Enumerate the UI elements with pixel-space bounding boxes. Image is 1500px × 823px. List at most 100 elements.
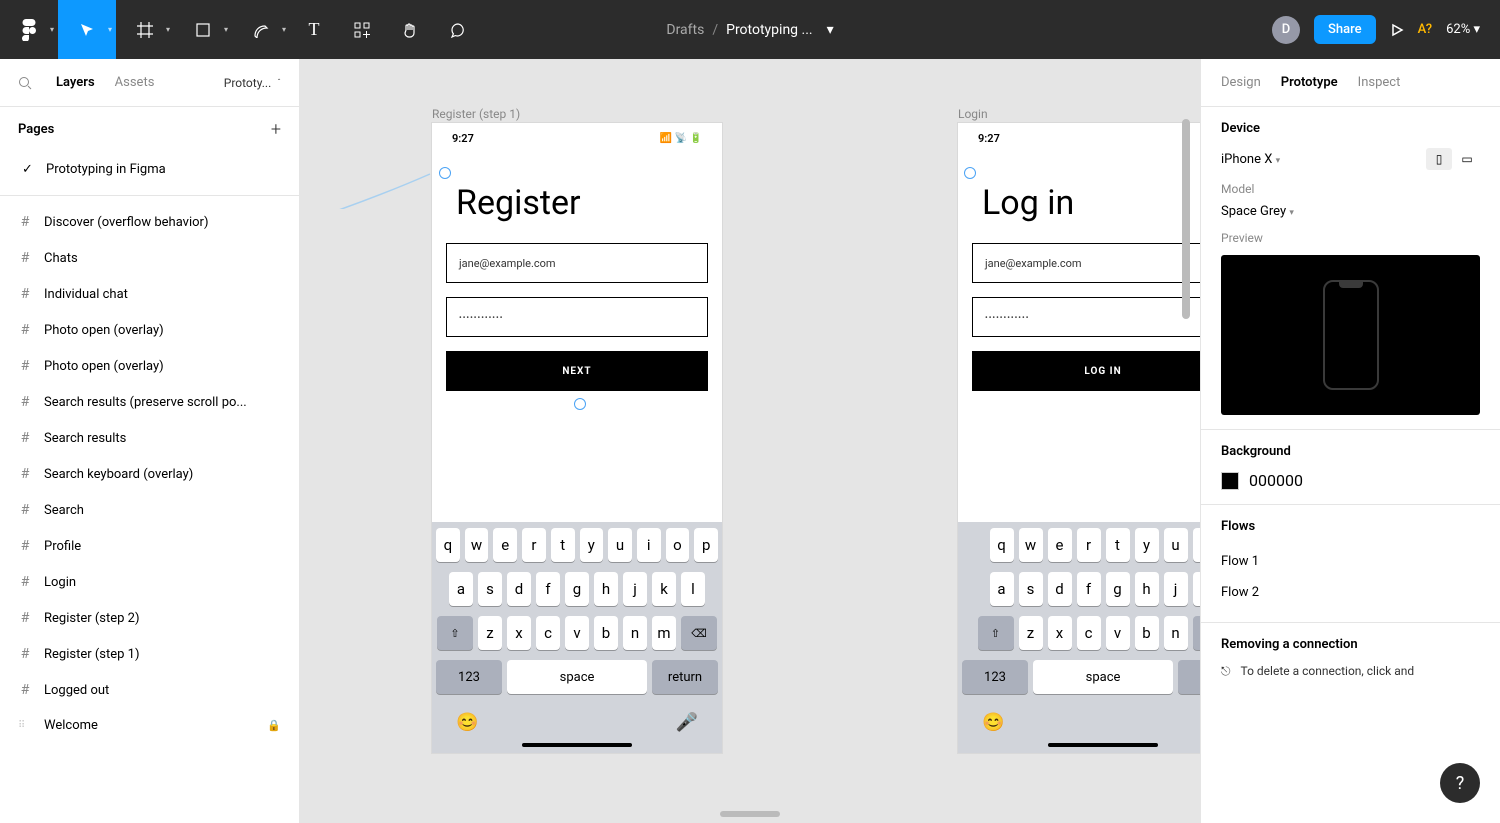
key[interactable]: m	[652, 616, 676, 650]
key[interactable]: w	[465, 528, 489, 562]
tab-assets[interactable]: Assets	[115, 75, 155, 90]
num-key[interactable]: 123	[436, 660, 502, 694]
emoji-icon[interactable]: 😊	[456, 712, 478, 733]
key[interactable]: h	[594, 572, 618, 606]
key[interactable]: s	[478, 572, 502, 606]
pen-tool-button[interactable]: ▾	[232, 0, 290, 59]
layer-item[interactable]: #Profile	[0, 528, 299, 564]
key[interactable]: h	[1135, 572, 1159, 606]
vertical-scrollbar[interactable]	[1182, 119, 1190, 319]
key[interactable]: d	[507, 572, 531, 606]
missing-fonts-button[interactable]: A?	[1418, 22, 1433, 37]
key[interactable]: w	[1019, 528, 1043, 562]
key[interactable]: j	[1164, 572, 1188, 606]
key[interactable]: a	[990, 572, 1014, 606]
chevron-down-icon[interactable]: ▾	[827, 22, 834, 38]
figma-menu-button[interactable]: ▾	[0, 0, 58, 59]
hand-tool-button[interactable]	[386, 0, 434, 59]
key[interactable]: c	[536, 616, 560, 650]
share-button[interactable]: Share	[1314, 15, 1376, 44]
frame-register[interactable]: 9:27 📶 📡 🔋 Register jane@example.com •••…	[432, 123, 722, 753]
horizontal-scrollbar[interactable]	[720, 811, 780, 817]
layer-item[interactable]: #Photo open (overlay)	[0, 348, 299, 384]
prototype-node[interactable]	[574, 398, 586, 410]
shape-tool-button[interactable]: ▾	[174, 0, 232, 59]
key[interactable]: t	[1106, 528, 1130, 562]
color-swatch[interactable]	[1221, 472, 1239, 490]
layer-item[interactable]: #Register (step 2)	[0, 600, 299, 636]
key[interactable]: x	[1048, 616, 1072, 650]
layer-item[interactable]: #Search results	[0, 420, 299, 456]
text-tool-button[interactable]: T	[290, 0, 338, 59]
key[interactable]: b	[594, 616, 618, 650]
num-key[interactable]: 123	[962, 660, 1028, 694]
shift-key[interactable]: ⇧	[437, 616, 473, 650]
key[interactable]: x	[507, 616, 531, 650]
frame-login[interactable]: 9:27 Log in jane@example.com •••••••••••…	[958, 123, 1200, 753]
tab-layers[interactable]: Layers	[56, 75, 95, 90]
resources-button[interactable]	[338, 0, 386, 59]
key[interactable]: e	[1048, 528, 1072, 562]
canvas[interactable]: Register (step 1) 9:27 📶 📡 🔋 Register ja…	[300, 59, 1200, 823]
key[interactable]: a	[449, 572, 473, 606]
present-icon[interactable]	[1390, 23, 1404, 37]
layer-item[interactable]: #Logged out	[0, 672, 299, 708]
layer-item[interactable]: #Photo open (overlay)	[0, 312, 299, 348]
backspace-key[interactable]: ⌫	[681, 616, 717, 650]
key[interactable]: y	[580, 528, 604, 562]
key[interactable]: n	[1164, 616, 1188, 650]
key[interactable]: e	[493, 528, 517, 562]
key[interactable]: u	[1164, 528, 1188, 562]
layer-item[interactable]: #Login	[0, 564, 299, 600]
help-button[interactable]: ?	[1440, 763, 1480, 803]
key[interactable]: g	[1106, 572, 1130, 606]
key[interactable]: o	[666, 528, 690, 562]
password-field[interactable]: ••••••••••••	[446, 297, 708, 337]
password-field[interactable]: ••••••••••••	[972, 297, 1200, 337]
key[interactable]: f	[536, 572, 560, 606]
tab-prototype[interactable]: Prototype	[1281, 75, 1338, 90]
portrait-button[interactable]: ▯	[1426, 148, 1452, 170]
key[interactable]: n	[623, 616, 647, 650]
key[interactable]: t	[551, 528, 575, 562]
key[interactable]: c	[1077, 616, 1101, 650]
breadcrumb-parent[interactable]: Drafts	[666, 22, 704, 38]
next-button[interactable]: NEXT	[446, 351, 708, 391]
model-select[interactable]: Space Grey ▾	[1221, 204, 1294, 219]
email-field[interactable]: jane@example.com	[446, 243, 708, 283]
layer-item[interactable]: #Search results (preserve scroll po...	[0, 384, 299, 420]
key[interactable]: q	[990, 528, 1014, 562]
backspace-key[interactable]: ⌫	[1193, 616, 1201, 650]
frame-label[interactable]: Register (step 1)	[432, 107, 520, 121]
key[interactable]: y	[1135, 528, 1159, 562]
space-key[interactable]: space	[1033, 660, 1173, 694]
mic-icon[interactable]: 🎤	[676, 712, 698, 733]
key[interactable]: b	[1135, 616, 1159, 650]
key[interactable]: k	[652, 572, 676, 606]
zoom-level[interactable]: 62% ▾	[1446, 22, 1480, 37]
frame-tool-button[interactable]: ▾	[116, 0, 174, 59]
breadcrumb-file[interactable]: Prototyping ...	[726, 22, 812, 38]
key[interactable]: q	[436, 528, 460, 562]
key[interactable]: u	[608, 528, 632, 562]
landscape-button[interactable]: ▭	[1454, 148, 1480, 170]
key[interactable]: i	[637, 528, 661, 562]
key[interactable]: d	[1048, 572, 1072, 606]
prototype-node[interactable]	[964, 167, 976, 179]
key[interactable]: r	[522, 528, 546, 562]
layer-item[interactable]: ⠿Welcome🔒	[0, 708, 299, 743]
emoji-icon[interactable]: 😊	[982, 712, 1004, 733]
key[interactable]: p	[694, 528, 718, 562]
key[interactable]: g	[565, 572, 589, 606]
layer-item[interactable]: #Chats	[0, 240, 299, 276]
key[interactable]: z	[1019, 616, 1043, 650]
move-tool-button[interactable]: ▾	[58, 0, 116, 59]
frame-label[interactable]: Login	[958, 107, 988, 121]
layer-item[interactable]: #Individual chat	[0, 276, 299, 312]
key[interactable]: r	[1077, 528, 1101, 562]
key[interactable]: i	[1193, 528, 1201, 562]
tab-design[interactable]: Design	[1221, 75, 1261, 90]
layer-item[interactable]: #Register (step 1)	[0, 636, 299, 672]
key[interactable]: k	[1193, 572, 1201, 606]
email-field[interactable]: jane@example.com	[972, 243, 1200, 283]
